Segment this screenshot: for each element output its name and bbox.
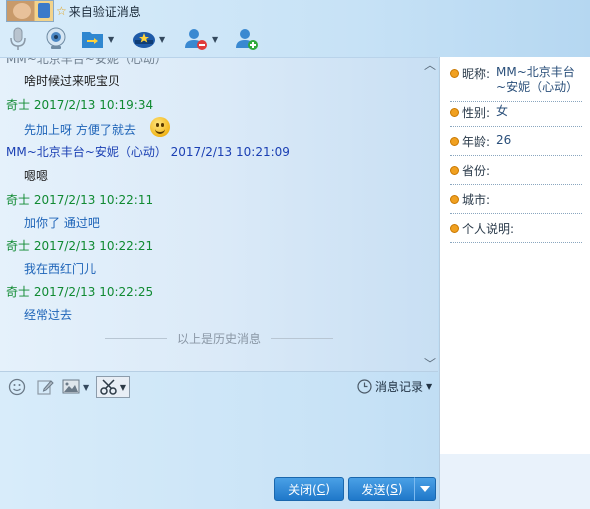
send-image-button[interactable]: ▼ [62,377,89,397]
send-options-button[interactable] [414,477,436,501]
bullet-icon [450,69,459,78]
font-style-button[interactable] [36,377,54,397]
nickname-value: MM~北京丰台~安妮（心动） [496,65,579,94]
image-icon [62,379,80,394]
contact-avatar[interactable] [6,0,54,22]
history-divider-text: 以上是历史消息 [176,332,261,346]
smiley-emoji-icon [150,117,170,137]
bullet-icon [450,108,459,117]
scroll-up-icon[interactable]: ︿ [424,59,436,71]
message-header: 奇士 2017/2/13 10:22:25 [6,283,153,300]
history-divider: 以上是历史消息 [0,330,438,347]
edit-icon [37,380,54,395]
avatar-face [13,3,31,19]
smiley-icon [8,378,26,396]
message-list[interactable]: MM~北京丰台~安妮（心动） 啥时候过来呢宝贝 奇士 2017/2/13 10:… [0,57,438,371]
profile-row-province: 省份: [450,160,582,185]
message-text: 嗯嗯 [24,169,49,183]
sender-name: 奇士 [6,98,31,112]
message-header: 奇士 2017/2/13 10:19:34 [6,96,153,113]
webcam-icon [46,27,66,49]
bullet-icon [450,195,459,204]
panel-footer [440,454,590,509]
message-time: 2017/2/13 10:19:34 [33,98,154,112]
sender-name: 奇士 [6,285,31,299]
chevron-down-icon[interactable]: ▼ [426,382,432,391]
profile-row-city: 城市: [450,189,582,214]
emoji-button[interactable] [8,377,26,397]
microphone-icon [10,27,26,50]
message-header: MM~北京丰台~安妮（心动） 2017/2/13 10:21:09 [6,143,290,160]
scroll-down-icon[interactable]: ﹀ [424,358,436,370]
app-button[interactable]: ▼ [132,24,165,54]
chevron-down-icon[interactable]: ▼ [108,35,114,44]
scissors-icon [100,379,117,395]
age-value: 26 [496,133,512,147]
message-time: 2017/2/13 10:22:21 [33,239,154,253]
remove-friend-button[interactable]: ▼ [183,24,218,54]
clipped-message-header: MM~北京丰台~安妮（心动） [6,57,167,66]
bullet-icon [450,137,459,146]
input-toolbar: ▼ ▼ 消息记录 ▼ [0,371,438,402]
police-badge-icon [133,32,155,48]
user-remove-icon [185,29,207,50]
message-text: 加你了 通过吧 [24,216,100,230]
screenshot-button[interactable]: ▼ [96,376,130,398]
profile-row-age: 年龄: 26 [450,131,582,156]
profile-panel: 昵称: MM~北京丰台~安妮（心动） 性别: 女 年龄: 26 省份: 城市: … [439,57,590,509]
message-input[interactable] [0,401,438,473]
send-file-button[interactable]: ▼ [81,24,114,54]
phone-badge-icon [38,3,50,18]
message-history-button[interactable]: 消息记录 ▼ [357,378,432,395]
voice-call-button[interactable] [8,24,28,54]
sender-name: 奇士 [6,239,31,253]
message-time: 2017/2/13 10:22:25 [33,285,154,299]
send-button[interactable]: 发送(S) [348,477,416,501]
clock-icon [357,379,372,394]
sender-name: 奇士 [6,193,31,207]
user-add-icon [236,29,258,50]
profile-row-nickname: 昵称: MM~北京丰台~安妮（心动） [450,65,582,102]
folder-transfer-icon [82,32,103,48]
message-text: 啥时候过来呢宝贝 [24,74,121,88]
chevron-down-icon[interactable]: ▼ [120,383,126,392]
close-button[interactable]: 关闭(C) [274,477,344,501]
message-text: 经常过去 [24,308,73,322]
chevron-down-icon[interactable]: ▼ [159,35,165,44]
gender-value: 女 [496,104,509,118]
chat-window: ☆ 来自验证消息 ▼ ▼ ▼ MM~北京丰台~安妮（心动） 啥时候过来呢宝贝 奇… [0,0,590,509]
message-header: 奇士 2017/2/13 10:22:21 [6,237,153,254]
top-toolbar: ▼ ▼ ▼ [0,24,590,56]
star-icon: ☆ [56,4,67,18]
message-header: 奇士 2017/2/13 10:22:11 [6,191,153,208]
add-friend-button[interactable] [234,24,260,54]
video-call-button[interactable] [44,24,68,54]
message-time: 2017/2/13 10:21:09 [170,145,290,159]
message-text: 先加上呀 方便了就去 [24,123,136,137]
bullet-icon [450,166,459,175]
chevron-down-icon[interactable]: ▼ [83,383,89,392]
bullet-icon [450,224,459,233]
message-time: 2017/2/13 10:22:11 [33,193,154,207]
sender-name: MM~北京丰台~安妮（心动） [6,145,167,159]
records-label: 消息记录 [375,380,424,394]
chevron-down-icon[interactable]: ▼ [212,35,218,44]
caret-down-icon [420,486,430,492]
verify-text: 来自验证消息 [68,4,141,19]
profile-row-gender: 性别: 女 [450,102,582,127]
profile-row-bio: 个人说明: [450,218,582,243]
verify-source: ☆ 来自验证消息 [56,3,141,19]
message-text: 我在西红门儿 [24,262,97,276]
